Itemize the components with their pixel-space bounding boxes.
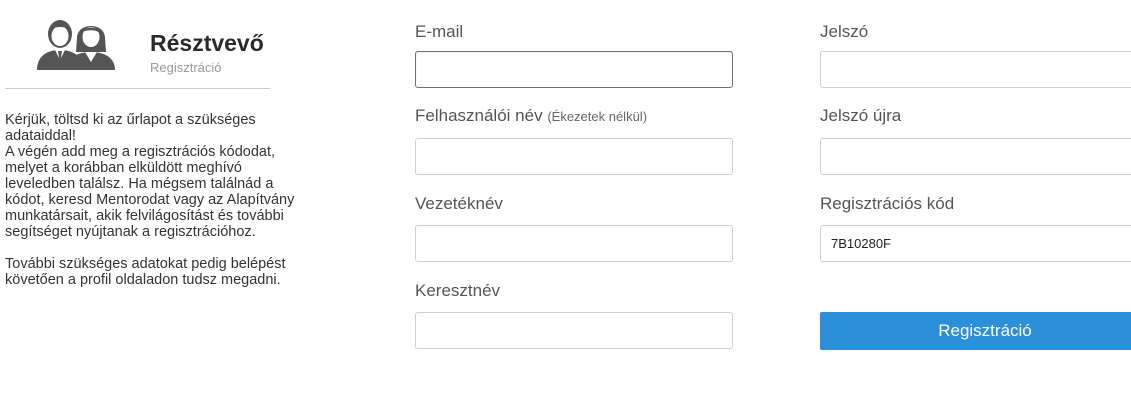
firstname-field[interactable]	[415, 312, 733, 349]
username-label-text: Felhasználói név	[415, 106, 543, 125]
username-field[interactable]	[415, 138, 733, 175]
password-again-field[interactable]	[820, 138, 1131, 175]
password-label: Jelszó	[820, 22, 869, 41]
firstname-label: Keresztnév	[415, 281, 501, 300]
password-again-label: Jelszó újra	[820, 106, 902, 125]
reg-code-label: Regisztrációs kód	[820, 194, 955, 213]
username-hint: (Ékezetek nélkül)	[547, 109, 648, 124]
registration-page: Résztvevő Regisztráció Kérjük, töltsd ki…	[0, 0, 1131, 405]
email-field[interactable]	[415, 51, 733, 88]
register-button[interactable]: Regisztráció	[820, 312, 1131, 350]
reg-code-field[interactable]	[820, 225, 1131, 262]
intro-paragraph-1: Kérjük, töltsd ki az űrlapot a szükséges…	[5, 112, 295, 240]
lastname-label: Vezetéknév	[415, 194, 503, 213]
intro-paragraph-2: További szükséges adatokat pedig belépés…	[5, 256, 286, 288]
intro-text: Kérjük, töltsd ki az űrlapot a szükséges…	[5, 112, 315, 288]
page-title: Résztvevő	[150, 30, 264, 56]
username-label: Felhasználói név (Ékezetek nélkül)	[415, 106, 647, 126]
password-field[interactable]	[820, 51, 1131, 88]
lastname-field[interactable]	[415, 225, 733, 262]
users-icon	[37, 20, 115, 70]
page-subtitle: Regisztráció	[150, 60, 222, 75]
email-label: E-mail	[415, 22, 464, 41]
page-header: Résztvevő Regisztráció	[5, 10, 270, 89]
